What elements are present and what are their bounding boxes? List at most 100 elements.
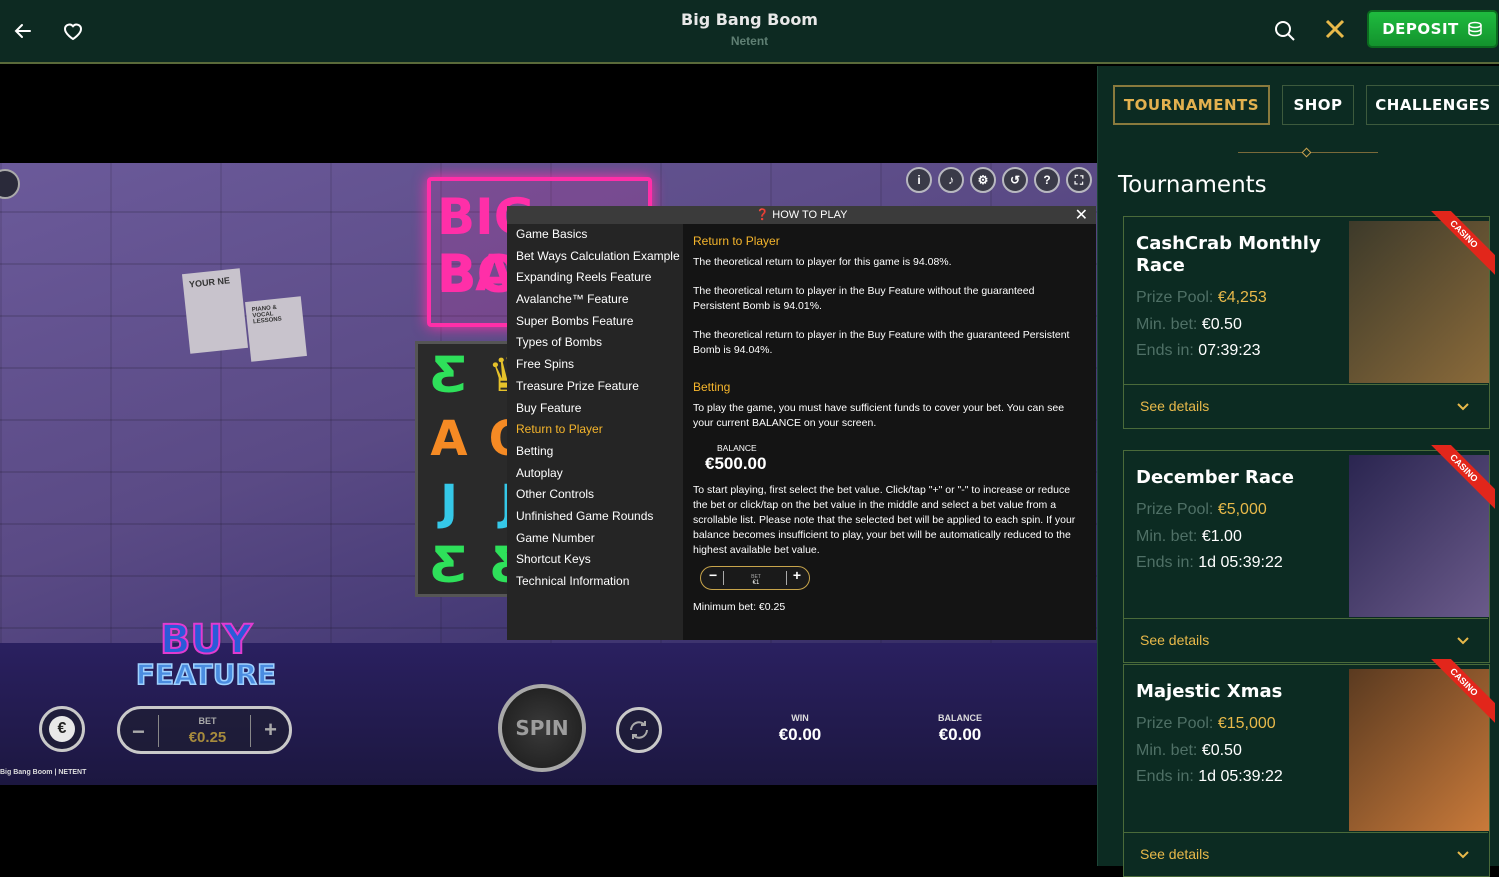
spin-button[interactable]: SPIN bbox=[498, 684, 586, 772]
see-details-row[interactable]: See details bbox=[1124, 618, 1488, 662]
how-to-play-title-text: HOW TO PLAY bbox=[772, 209, 848, 221]
tab-tournaments[interactable]: TOURNAMENTS bbox=[1113, 85, 1270, 125]
nav-item[interactable]: Return to Player bbox=[507, 419, 683, 441]
chevron-down-icon[interactable] bbox=[1456, 847, 1470, 861]
nav-item[interactable]: Technical Information bbox=[507, 571, 683, 593]
balance-example-label: BALANCE bbox=[717, 443, 757, 453]
game-credit: Big Bang Boom | NETENT bbox=[0, 769, 87, 776]
how-to-play-content: Return to Player The theoretical return … bbox=[693, 234, 1083, 615]
settings-gear-icon[interactable]: ⚙ bbox=[970, 167, 996, 193]
tournament-card[interactable]: CASINO Majestic Xmas Prize Pool: €15,000… bbox=[1123, 659, 1495, 877]
bet-divider bbox=[250, 715, 251, 747]
deposit-label: DEPOSIT bbox=[1382, 20, 1459, 38]
close-icon[interactable]: ✕ bbox=[1075, 205, 1088, 225]
coins-icon bbox=[1468, 21, 1482, 37]
rtp-paragraph: The theoretical return to player in the … bbox=[693, 329, 1070, 356]
see-details-link[interactable]: See details bbox=[1140, 632, 1209, 648]
nav-item[interactable]: Other Controls bbox=[507, 484, 683, 506]
min-bet-label: Min. bet: bbox=[1136, 316, 1202, 333]
butterfly-symbol: Ƹ bbox=[430, 347, 468, 403]
ends-in-value: 1d 05:39:22 bbox=[1198, 554, 1283, 571]
bet-selector[interactable]: − BET €0.25 + bbox=[117, 706, 292, 754]
butterfly-symbol: Ƹ bbox=[430, 537, 468, 593]
sound-icon[interactable]: ♪ bbox=[938, 167, 964, 193]
nav-item[interactable]: Game Number bbox=[507, 528, 683, 550]
tab-challenges[interactable]: CHALLENGES bbox=[1366, 85, 1499, 125]
nav-item[interactable]: Betting bbox=[507, 441, 683, 463]
tournament-card[interactable]: CASINO December Race Prize Pool: €5,000 … bbox=[1123, 445, 1495, 663]
nav-item[interactable]: Autoplay bbox=[507, 463, 683, 485]
min-bet-row: Min. bet: €0.50 bbox=[1136, 742, 1242, 760]
symbol-a: A bbox=[430, 411, 468, 467]
autoplay-icon[interactable] bbox=[616, 707, 662, 753]
betting-paragraph: To start playing, first select the bet v… bbox=[693, 484, 1076, 556]
casino-ribbon: CASINO bbox=[1425, 659, 1495, 729]
deposit-button[interactable]: DEPOSIT bbox=[1367, 10, 1498, 48]
nav-item[interactable]: Types of Bombs bbox=[507, 332, 683, 354]
prize-pool-value: €15,000 bbox=[1217, 715, 1276, 732]
top-bar: Big Bang Boom Netent DEPOSIT bbox=[0, 0, 1499, 64]
nav-item[interactable]: Shortcut Keys bbox=[507, 549, 683, 571]
see-details-link[interactable]: See details bbox=[1140, 398, 1209, 414]
ends-in-value: 1d 05:39:22 bbox=[1198, 768, 1283, 785]
ends-in-value: 07:39:23 bbox=[1198, 342, 1261, 359]
nav-item[interactable]: Buy Feature bbox=[507, 398, 683, 420]
prize-pool-value: €5,000 bbox=[1217, 501, 1267, 518]
min-bet-row: Min. bet: €1.00 bbox=[1136, 528, 1242, 546]
see-details-row[interactable]: See details bbox=[1124, 832, 1488, 876]
nav-item[interactable]: Super Bombs Feature bbox=[507, 311, 683, 333]
history-icon[interactable]: ↺ bbox=[1002, 167, 1028, 193]
close-icon[interactable] bbox=[1322, 16, 1348, 42]
balance-label: BALANCE bbox=[938, 713, 982, 723]
sidebar-title: Tournaments bbox=[1118, 172, 1267, 198]
search-icon[interactable] bbox=[1272, 18, 1298, 44]
balance-value: €0.00 bbox=[938, 725, 982, 744]
casino-ribbon: CASINO bbox=[1425, 211, 1495, 281]
ends-in-label: Ends in: bbox=[1136, 768, 1199, 785]
buy-feature-button[interactable]: BUY FEATURE bbox=[128, 619, 284, 696]
how-to-play-nav: Game Basics Bet Ways Calculation Example E… bbox=[507, 224, 683, 640]
nav-item[interactable]: Avalanche™ Feature bbox=[507, 289, 683, 311]
prize-pool-row: Prize Pool: €4,253 bbox=[1136, 289, 1267, 307]
nav-item[interactable]: Game Basics bbox=[507, 224, 683, 246]
balance-display: BALANCE €0.00 bbox=[900, 713, 1020, 745]
tournament-name: Majestic Xmas bbox=[1136, 681, 1283, 702]
see-details-row[interactable]: See details bbox=[1124, 384, 1488, 428]
help-icon[interactable]: ? bbox=[1034, 167, 1060, 193]
prize-pool-row: Prize Pool: €5,000 bbox=[1136, 501, 1267, 519]
min-bet-value: €0.50 bbox=[1201, 742, 1242, 759]
prize-pool-value: €4,253 bbox=[1217, 289, 1267, 306]
currency-euro-icon[interactable]: € bbox=[39, 706, 85, 752]
minimum-bet-text: Minimum bet: €0.25 bbox=[693, 601, 786, 613]
nav-item[interactable]: Expanding Reels Feature bbox=[507, 267, 683, 289]
min-bet-row: Min. bet: €0.50 bbox=[1136, 316, 1242, 334]
chevron-down-icon[interactable] bbox=[1456, 633, 1470, 647]
bet-divider bbox=[786, 571, 787, 585]
nav-item[interactable]: Treasure Prize Feature bbox=[507, 376, 683, 398]
diamond-ornament-icon bbox=[1301, 147, 1312, 158]
rtp-paragraph: The theoretical return to player for thi… bbox=[693, 256, 952, 268]
chevron-down-icon[interactable] bbox=[1456, 399, 1470, 413]
win-value: €0.00 bbox=[778, 725, 822, 744]
plus-icon: + bbox=[792, 567, 801, 583]
min-bet-label: Min. bet: bbox=[1136, 742, 1202, 759]
tournament-name: December Race bbox=[1136, 467, 1294, 488]
how-to-play-title: ❓ HOW TO PLAY bbox=[507, 208, 1096, 221]
ends-in-row: Ends in: 07:39:23 bbox=[1136, 342, 1261, 360]
see-details-link[interactable]: See details bbox=[1140, 846, 1209, 862]
fullscreen-icon[interactable]: ⛶ bbox=[1066, 167, 1092, 193]
casino-ribbon-label: CASINO bbox=[1425, 211, 1495, 278]
ends-in-row: Ends in: 1d 05:39:22 bbox=[1136, 768, 1283, 786]
tab-shop[interactable]: SHOP bbox=[1282, 85, 1354, 125]
nav-item[interactable]: Unfinished Game Rounds bbox=[507, 506, 683, 528]
bet-increase-button[interactable]: + bbox=[264, 717, 277, 743]
symbol-j: J bbox=[440, 475, 458, 531]
nav-item[interactable]: Bet Ways Calculation Example bbox=[507, 246, 683, 268]
nav-item[interactable]: Free Spins bbox=[507, 354, 683, 376]
prize-pool-row: Prize Pool: €15,000 bbox=[1136, 715, 1276, 733]
tournament-card[interactable]: CASINO CashCrab Monthly Race Prize Pool:… bbox=[1123, 211, 1495, 429]
help-icon: ❓ bbox=[755, 209, 773, 221]
tournaments-sidebar: TOURNAMENTS SHOP CHALLENGES Tournaments … bbox=[1097, 66, 1499, 877]
info-icon[interactable]: i bbox=[906, 167, 932, 193]
casino-ribbon: CASINO bbox=[1425, 445, 1495, 515]
